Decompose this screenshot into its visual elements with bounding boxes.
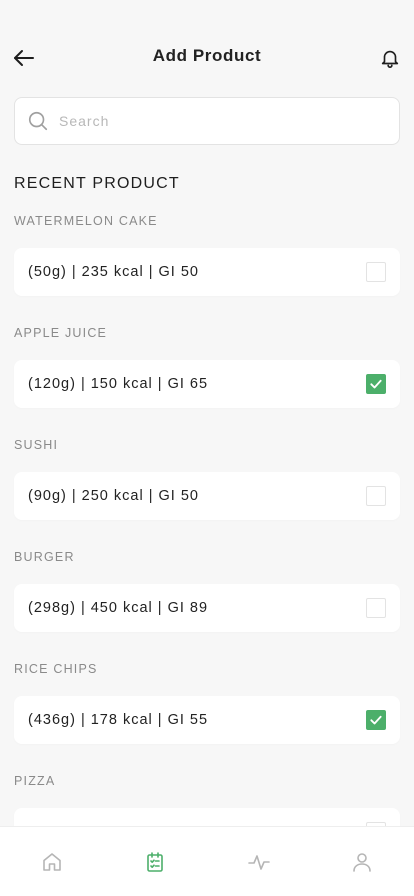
diary-icon [147,851,164,872]
list-item: SUSHI (90g) | 250 kcal | GI 50 [14,436,400,548]
activity-icon [247,854,270,870]
product-checkbox[interactable] [366,374,386,394]
list-item: RICE CHIPS (436g) | 178 kcal | GI 55 [14,660,400,772]
product-card[interactable]: (90g) | 250 kcal | GI 50 [14,472,400,520]
list-item: WATERMELON CAKE (50g) | 235 kcal | GI 50 [14,212,400,324]
product-checkbox[interactable] [366,598,386,618]
nav-item-activity[interactable] [229,837,289,887]
product-card[interactable]: (436g) | 178 kcal | GI 55 [14,696,400,744]
nav-item-profile[interactable] [332,837,392,887]
check-icon [370,379,382,389]
check-icon [370,715,382,725]
profile-icon [353,852,372,872]
home-icon [42,852,61,871]
product-info: (90g) | 250 kcal | GI 50 [28,488,199,504]
bottom-nav [0,826,414,896]
product-info: (120g) | 150 kcal | GI 65 [28,376,209,392]
product-info: (436g) | 178 kcal | GI 55 [28,712,209,728]
product-info: (50g) | 235 kcal | GI 50 [28,264,199,280]
product-name: APPLE JUICE [14,326,108,340]
product-checkbox[interactable] [366,486,386,506]
product-card[interactable]: (50g) | 235 kcal | GI 50 [14,248,400,296]
section-title: RECENT PRODUCT [14,175,180,192]
header: Add Product [0,36,414,80]
product-checkbox[interactable] [366,710,386,730]
bell-icon [381,50,399,68]
product-name: PIZZA [14,774,56,788]
notifications-button[interactable] [374,42,406,74]
product-card[interactable]: (120g) | 150 kcal | GI 65 [14,360,400,408]
nav-item-diary[interactable] [125,837,185,887]
list-item: BURGER (298g) | 450 kcal | GI 89 [14,548,400,660]
search-bar[interactable] [14,97,400,145]
product-info: (298g) | 450 kcal | GI 89 [28,600,209,616]
nav-item-home[interactable] [22,837,82,887]
product-name: BURGER [14,550,75,564]
list-item: APPLE JUICE (120g) | 150 kcal | GI 65 [14,324,400,436]
product-list: WATERMELON CAKE (50g) | 235 kcal | GI 50 A… [14,212,400,884]
product-name: RICE CHIPS [14,662,98,676]
product-card[interactable]: (298g) | 450 kcal | GI 89 [14,584,400,632]
product-name: WATERMELON CAKE [14,214,158,228]
product-checkbox[interactable] [366,262,386,282]
page-title: Add Product [152,46,262,65]
add-product-screen: Add Product RECENT PRODUCT WATERMELON CA… [0,0,414,896]
product-name: SUSHI [14,438,59,452]
search-input[interactable] [59,113,359,129]
search-icon [27,110,49,132]
